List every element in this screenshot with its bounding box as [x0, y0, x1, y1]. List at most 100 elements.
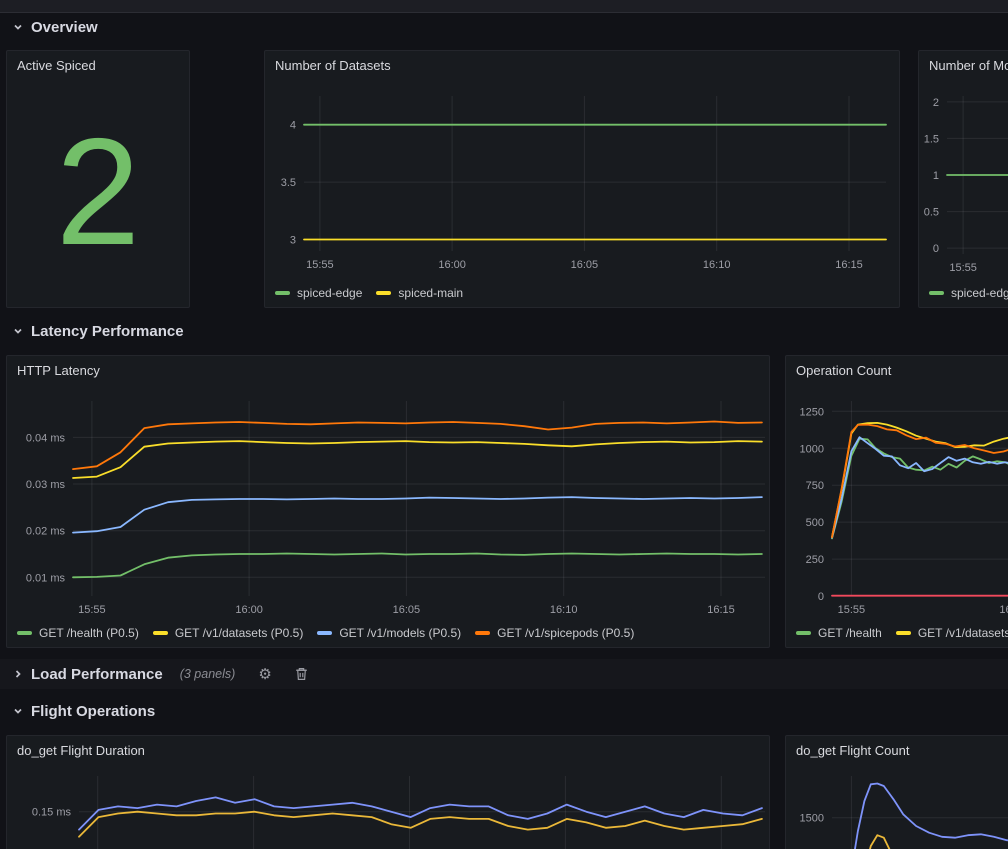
legend-item[interactable]: GET /v1/spicepods (P0.5): [475, 626, 634, 640]
section-title: Latency Performance: [31, 323, 184, 340]
legend-label: GET /health (P0.5): [39, 626, 139, 640]
chevron-down-icon: [12, 21, 24, 33]
svg-text:0: 0: [933, 243, 939, 255]
section-title: Load Performance: [31, 666, 163, 683]
panel-title[interactable]: Active Spiced: [17, 58, 96, 73]
row-delete-button[interactable]: [295, 667, 308, 681]
section-title: Flight Operations: [31, 703, 155, 720]
chevron-down-icon: [12, 325, 24, 337]
operation-count-chart[interactable]: 02505007501000125015:5516:0016:0516:1016…: [786, 356, 1008, 647]
gear-icon: ⚙: [258, 667, 271, 682]
svg-text:16:10: 16:10: [703, 259, 731, 271]
legend-color-chip: [17, 631, 32, 635]
panel-title[interactable]: Number of Models: [929, 58, 1008, 73]
svg-text:0: 0: [818, 591, 824, 603]
legend-item[interactable]: spiced-edge: [929, 286, 1008, 300]
models-chart[interactable]: 00.511.5215:5516:0016:0516:1016:15: [919, 51, 1008, 307]
panel-title[interactable]: do_get Flight Count: [796, 743, 909, 758]
svg-text:3: 3: [290, 235, 296, 247]
panel-flight-count: do_get Flight Count 1500: [785, 735, 1008, 849]
svg-text:1500: 1500: [800, 813, 824, 825]
legend-item[interactable]: GET /v1/models (P0.5): [317, 626, 461, 640]
section-row-load-performance[interactable]: Load Performance (3 panels) ⚙: [12, 663, 308, 685]
legend-label: GET /v1/spicepods (P0.5): [497, 626, 634, 640]
svg-text:15:55: 15:55: [78, 604, 106, 616]
legend-color-chip: [275, 291, 290, 295]
panel-title[interactable]: do_get Flight Duration: [17, 743, 145, 758]
panel-title[interactable]: Number of Datasets: [275, 58, 391, 73]
legend-color-chip: [317, 631, 332, 635]
chevron-right-icon: [12, 668, 24, 680]
panel-count-label: (3 panels): [180, 667, 236, 681]
svg-text:3.5: 3.5: [281, 177, 296, 189]
legend-label: GET /v1/datasets (P0.5): [175, 626, 304, 640]
stat-value: 2: [7, 77, 189, 307]
legend-label: spiced-main: [398, 286, 463, 300]
svg-text:0.03 ms: 0.03 ms: [26, 479, 66, 491]
legend-label: GET /v1/datasets: [918, 626, 1008, 640]
svg-text:16:00: 16:00: [235, 604, 263, 616]
svg-text:16:10: 16:10: [550, 604, 578, 616]
svg-text:1.5: 1.5: [924, 133, 939, 145]
panel-active-spiced: Active Spiced 2: [6, 50, 190, 308]
svg-text:15:55: 15:55: [838, 604, 866, 616]
models-legend: spiced-edge: [929, 286, 1008, 300]
svg-text:1: 1: [933, 170, 939, 182]
legend-item[interactable]: GET /v1/datasets (P0.5): [153, 626, 304, 640]
svg-text:16:00: 16:00: [438, 259, 466, 271]
datasets-chart[interactable]: 3 3.5 4 15:55 16:00 16:05 16:10 16:15: [265, 51, 899, 307]
svg-text:0.04 ms: 0.04 ms: [26, 432, 66, 444]
trash-icon: [295, 667, 308, 681]
legend-item[interactable]: spiced-edge: [275, 286, 362, 300]
legend-color-chip: [153, 631, 168, 635]
svg-text:250: 250: [806, 554, 824, 566]
panel-flight-duration: do_get Flight Duration 0.15 ms: [6, 735, 770, 849]
legend-label: GET /v1/models (P0.5): [339, 626, 461, 640]
svg-text:16:15: 16:15: [707, 604, 735, 616]
legend-item[interactable]: spiced-main: [376, 286, 463, 300]
legend-label: spiced-edge: [951, 286, 1008, 300]
svg-text:0.5: 0.5: [924, 207, 939, 219]
svg-text:0.01 ms: 0.01 ms: [26, 572, 66, 584]
svg-text:16:15: 16:15: [835, 259, 863, 271]
legend-color-chip: [929, 291, 944, 295]
svg-text:2: 2: [933, 97, 939, 109]
legend-color-chip: [475, 631, 490, 635]
legend-label: spiced-edge: [297, 286, 362, 300]
panel-number-of-datasets: Number of Datasets 3 3.5 4 15:55 16:00 16:05 1…: [264, 50, 900, 308]
panel-number-of-models: Number of Models 00.511.5215:5516:0016:0…: [918, 50, 1008, 308]
section-row-flight-operations[interactable]: Flight Operations: [12, 700, 155, 722]
svg-text:15:55: 15:55: [949, 262, 977, 274]
legend-color-chip: [796, 631, 811, 635]
legend-item[interactable]: GET /v1/datasets: [896, 626, 1008, 640]
svg-text:500: 500: [806, 517, 824, 529]
section-row-overview[interactable]: Overview: [12, 16, 98, 38]
panel-operation-count: Operation Count 0 250 500 750 1000 1250 15:55 1…: [785, 355, 1008, 648]
panel-http-latency: HTTP Latency 0.01 ms 0.02 ms 0.03 ms 0.04 m…: [6, 355, 770, 648]
top-nav-edge: [0, 0, 1008, 13]
legend-color-chip: [896, 631, 911, 635]
datasets-legend: spiced-edge spiced-main: [275, 286, 463, 300]
svg-text:16:05: 16:05: [393, 604, 421, 616]
svg-text:16:05: 16:05: [571, 259, 599, 271]
http-latency-chart[interactable]: 0.01 ms 0.02 ms 0.03 ms 0.04 ms 15:55 16:00 16…: [7, 356, 769, 647]
panel-title[interactable]: HTTP Latency: [17, 363, 100, 378]
svg-text:0.02 ms: 0.02 ms: [26, 526, 66, 538]
operation-count-legend: GET /healthGET /v1/datasetsGET /v1/model…: [796, 626, 1008, 640]
svg-text:750: 750: [806, 480, 824, 492]
grafana-dashboard: Overview Active Spiced 2 Number of Datas…: [0, 0, 1008, 849]
panel-title[interactable]: Operation Count: [796, 363, 891, 378]
legend-label: GET /health: [818, 626, 882, 640]
svg-text:1000: 1000: [800, 443, 824, 455]
legend-item[interactable]: GET /health: [796, 626, 882, 640]
svg-text:4: 4: [290, 120, 296, 132]
section-row-latency-performance[interactable]: Latency Performance: [12, 320, 184, 342]
svg-text:0.15 ms: 0.15 ms: [32, 807, 72, 819]
chevron-down-icon: [12, 705, 24, 717]
svg-text:16:00: 16:00: [999, 604, 1008, 616]
svg-text:15:55: 15:55: [306, 259, 334, 271]
svg-text:1250: 1250: [800, 406, 824, 418]
row-settings-button[interactable]: ⚙: [258, 667, 271, 682]
http-latency-legend: GET /health (P0.5) GET /v1/datasets (P0.5…: [17, 626, 634, 640]
legend-item[interactable]: GET /health (P0.5): [17, 626, 139, 640]
